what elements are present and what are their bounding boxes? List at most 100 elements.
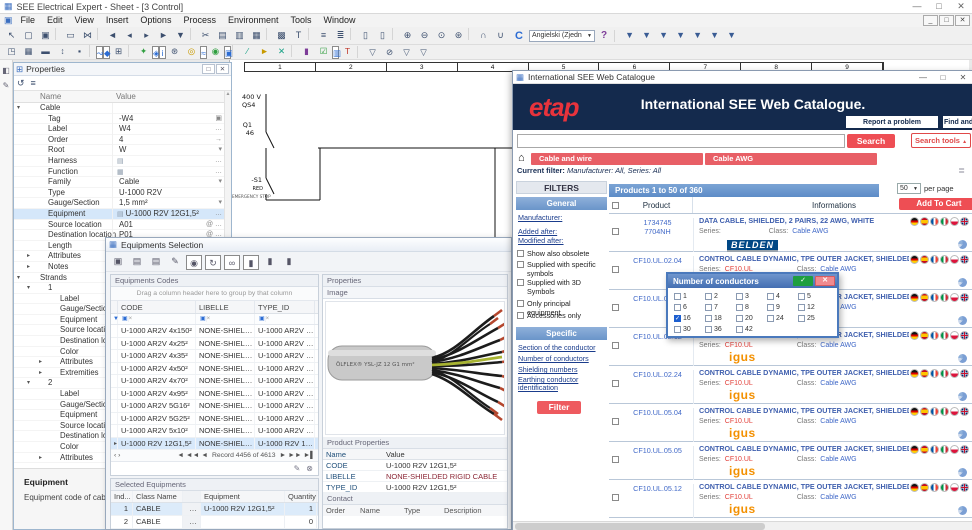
flag-uk-icon[interactable] bbox=[960, 483, 969, 492]
option-checkbox[interactable] bbox=[674, 315, 681, 322]
first-sheet-icon[interactable]: ◄ bbox=[104, 28, 121, 43]
product-code-link[interactable]: CF10.UL.02.24 bbox=[622, 370, 694, 404]
flag-de-icon[interactable] bbox=[910, 483, 919, 492]
menu-item[interactable]: Process bbox=[177, 15, 222, 25]
option-checkbox[interactable] bbox=[674, 304, 681, 311]
select-icon[interactable]: ↖ bbox=[3, 28, 20, 43]
property-row[interactable]: Family Cable ▾ bbox=[14, 177, 224, 188]
property-action[interactable]: … bbox=[215, 124, 222, 135]
shield-icon[interactable]: ▽ bbox=[415, 46, 432, 59]
selected-equipment-row[interactable]: 2 CABLE … 0 bbox=[111, 516, 318, 529]
code-row[interactable]: U-1000 AR2V 4x35² NONE-SHIELDED RIGID CA… bbox=[111, 350, 318, 363]
mdi-window-button[interactable]: ✕ bbox=[955, 15, 970, 26]
insert-sheet-icon[interactable]: ▼ bbox=[172, 28, 189, 43]
series-value-link[interactable]: CF10.UL bbox=[725, 342, 753, 349]
conductor-option[interactable]: 25 bbox=[798, 313, 829, 324]
new-sheet-icon[interactable]: ▢ bbox=[20, 28, 37, 43]
code-row[interactable]: U-1000 AR2V 4x70² NONE-SHIELDED RIGID CA… bbox=[111, 375, 318, 388]
shield-icon[interactable]: ▽ bbox=[398, 46, 415, 59]
row-checkbox[interactable] bbox=[612, 456, 619, 463]
shield-icon[interactable]: ▽ bbox=[364, 46, 381, 59]
property-row[interactable]: Type U-1000 R2V bbox=[14, 188, 224, 199]
flag-it-icon[interactable] bbox=[940, 293, 949, 302]
property-row[interactable]: Harness ▤ … bbox=[14, 156, 224, 167]
property-action[interactable]: … bbox=[215, 167, 222, 178]
property-row[interactable]: Tag -W4 ▣ bbox=[14, 114, 224, 125]
property-action[interactable]: ▾ bbox=[218, 198, 222, 209]
search-binoculars-icon[interactable]: ∞ bbox=[224, 255, 240, 270]
expander-icon[interactable]: ▾ bbox=[27, 283, 30, 294]
separator[interactable] bbox=[266, 28, 272, 40]
flag-fr-icon[interactable] bbox=[930, 255, 939, 264]
class-value-link[interactable]: Cable AWG bbox=[792, 228, 828, 235]
earthing-conductor-link[interactable]: Earthing conductor identification bbox=[518, 376, 606, 392]
flag-it-icon[interactable] bbox=[940, 369, 949, 378]
flag-pl-icon[interactable] bbox=[950, 483, 959, 492]
option-checkbox[interactable] bbox=[798, 293, 805, 300]
flag-fr-icon[interactable] bbox=[930, 369, 939, 378]
print-all-icon[interactable]: ≣ bbox=[332, 28, 349, 43]
number-conductors-link[interactable]: Number of conductors bbox=[518, 354, 589, 363]
product-row[interactable]: CF10.UL.05.05 CONTROL CABLE DYNAMIC, TPE… bbox=[609, 442, 972, 480]
record-pager[interactable]: ‹ › ◄ ◄◄ ◄ Record 4456 of 4613 ► ►► ►▌ bbox=[111, 450, 318, 462]
separator[interactable] bbox=[350, 28, 356, 40]
separator[interactable] bbox=[308, 28, 314, 40]
unlock-icon[interactable]: ∪ bbox=[492, 28, 509, 43]
find-load-button[interactable]: Find and load to ca bbox=[943, 116, 972, 128]
copy-icon[interactable]: ▤ bbox=[214, 28, 231, 43]
conductor-option[interactable]: 8 bbox=[736, 302, 767, 313]
breadcrumb-cable-and-wire[interactable]: Cable and wire bbox=[531, 153, 703, 165]
copy-sheet-icon[interactable]: ▩ bbox=[273, 28, 290, 43]
option-checkbox[interactable] bbox=[674, 326, 681, 333]
edit-icon[interactable]: ✎ bbox=[294, 464, 301, 473]
shielding-numbers-link[interactable]: Shielding numbers bbox=[518, 365, 578, 374]
flag-uk-icon[interactable] bbox=[960, 293, 969, 302]
panel-teal-icon[interactable]: ▮ bbox=[281, 254, 297, 269]
lock-icon[interactable]: ∩ bbox=[475, 28, 492, 43]
menu-item[interactable]: Environment bbox=[222, 15, 285, 25]
separator[interactable] bbox=[97, 28, 103, 40]
property-row[interactable]: Label W4 … bbox=[14, 124, 224, 135]
flag-uk-icon[interactable] bbox=[960, 331, 969, 340]
paste-attributes-icon[interactable]: ▦ bbox=[248, 28, 265, 43]
maximize-button[interactable]: □ bbox=[933, 73, 953, 82]
conductor-option[interactable]: 6 bbox=[674, 302, 705, 313]
filter-funnel-icon[interactable]: ▼ bbox=[638, 28, 655, 43]
flag-pl-icon[interactable] bbox=[950, 293, 959, 302]
property-row[interactable]: Function ▦ … bbox=[14, 167, 224, 178]
dock-icon[interactable]: ◧ bbox=[2, 66, 10, 75]
option-checkbox[interactable] bbox=[736, 293, 743, 300]
insert-symbol-icon[interactable]: ✦ bbox=[135, 45, 152, 58]
conductor-option[interactable]: 16 bbox=[674, 313, 705, 324]
flag-pl-icon[interactable] bbox=[950, 407, 959, 416]
sheet-system-icon[interactable]: ▣ bbox=[4, 15, 13, 26]
code-row[interactable]: U-1000 AR2V 4x50² NONE-SHIELDED RIGID CA… bbox=[111, 363, 318, 376]
note-icon[interactable]: ▣ bbox=[224, 46, 231, 59]
point-icon[interactable]: ▪ bbox=[71, 45, 88, 58]
panel-blue-icon[interactable]: ▮ bbox=[243, 255, 259, 270]
flag-pl-icon[interactable] bbox=[950, 255, 959, 264]
dock-icon[interactable]: ✎ bbox=[3, 81, 10, 90]
row-checkbox[interactable] bbox=[612, 380, 619, 387]
menu-item[interactable]: Edit bbox=[41, 15, 69, 25]
breadcrumb-cable-awg[interactable]: Cable AWG bbox=[705, 153, 877, 165]
popup-close-button[interactable]: ✕ bbox=[815, 276, 835, 286]
property-action[interactable]: ▣ bbox=[215, 114, 222, 125]
zoom-window-icon[interactable]: ⊕ bbox=[399, 28, 416, 43]
panel-close-button[interactable]: ✕ bbox=[216, 64, 229, 74]
conductor-option[interactable]: 12 bbox=[798, 302, 829, 313]
flag-uk-icon[interactable] bbox=[960, 369, 969, 378]
manufacturer-link[interactable]: Manufacturer: bbox=[518, 213, 562, 222]
delete-sheet-icon[interactable]: ⋈ bbox=[79, 28, 96, 43]
flag-uk-icon[interactable] bbox=[960, 407, 969, 416]
flag-es-icon[interactable] bbox=[920, 369, 929, 378]
product-row[interactable]: 17347457704NH DATA CABLE, SHIELDED, 2 PA… bbox=[609, 214, 972, 252]
flag-pl-icon[interactable] bbox=[950, 369, 959, 378]
help-icon[interactable]: ? bbox=[601, 30, 607, 41]
menu-item[interactable]: Insert bbox=[100, 15, 135, 25]
selected-equipment-row[interactable]: 1 CABLE … U-1000 R2V 12G1,5² 1 bbox=[111, 503, 318, 516]
bubble-icon[interactable]: ◉ bbox=[207, 45, 224, 58]
panel-green-icon[interactable]: ▮ bbox=[262, 254, 278, 269]
product-code-link[interactable]: CF10.UL.05.04 bbox=[622, 408, 694, 442]
property-action[interactable]: … bbox=[215, 209, 222, 220]
